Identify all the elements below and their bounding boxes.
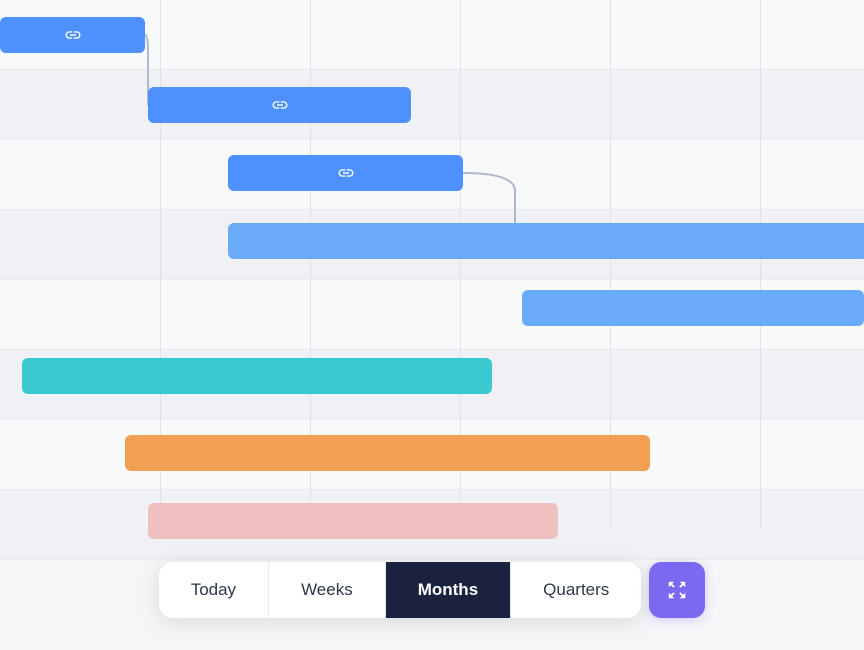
months-button[interactable]: Months	[386, 562, 511, 618]
today-button[interactable]: Today	[159, 562, 269, 618]
weeks-button[interactable]: Weeks	[269, 562, 386, 618]
gantt-row	[0, 0, 864, 70]
gantt-rows	[0, 0, 864, 530]
toolbar-inner: Today Weeks Months Quarters	[159, 562, 642, 618]
quarters-button[interactable]: Quarters	[511, 562, 641, 618]
expand-button[interactable]	[649, 562, 705, 618]
gantt-row	[0, 70, 864, 140]
expand-icon	[666, 579, 688, 601]
gantt-row	[0, 350, 864, 420]
gantt-row	[0, 280, 864, 350]
gantt-row	[0, 420, 864, 490]
gantt-row	[0, 140, 864, 210]
gantt-container: Today Weeks Months Quarters	[0, 0, 864, 650]
toolbar: Today Weeks Months Quarters	[0, 530, 864, 650]
gantt-row	[0, 210, 864, 280]
